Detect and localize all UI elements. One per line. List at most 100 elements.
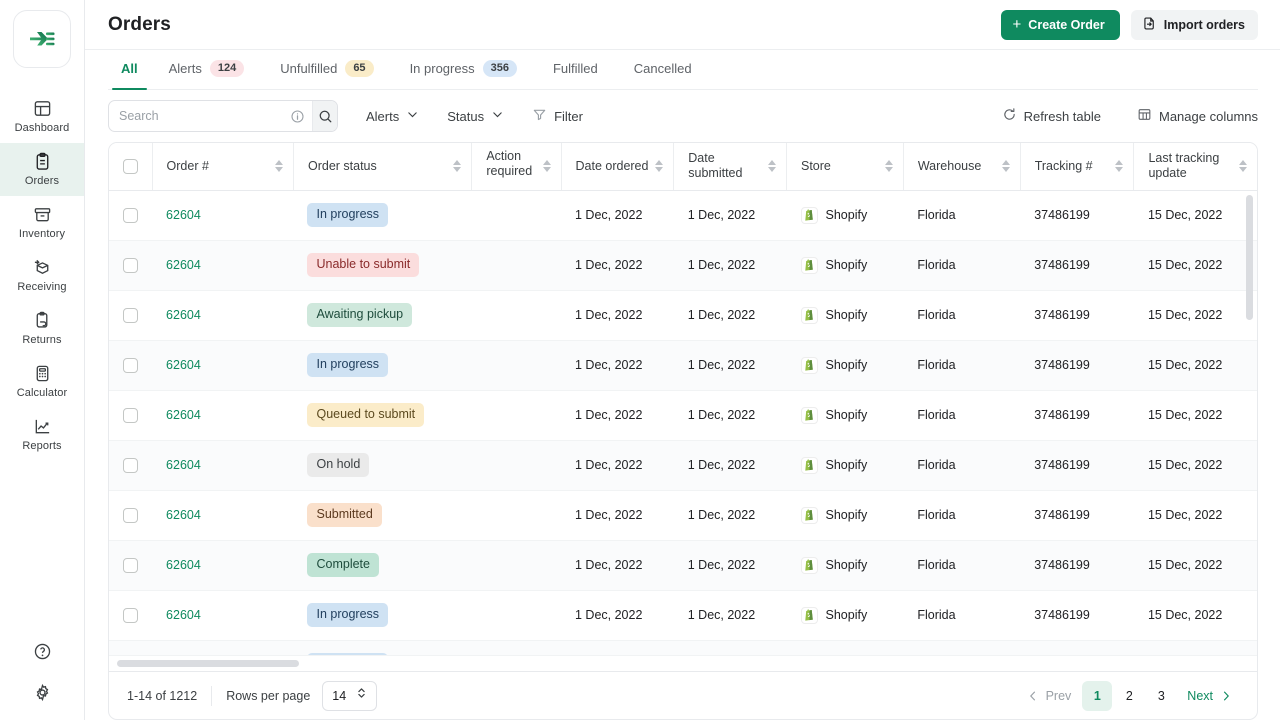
row-checkbox[interactable]	[123, 457, 138, 473]
app-logo[interactable]	[13, 10, 71, 68]
table-row[interactable]: 62604 Queued to submit 1 Dec, 2022 1 Dec, 2…	[109, 390, 1257, 441]
cell-date-submitted: 1 Dec, 2022	[673, 190, 787, 241]
tab-alerts[interactable]: Alerts 124	[151, 50, 263, 89]
row-checkbox[interactable]	[123, 507, 138, 523]
table-row[interactable]: 62604 Awaiting pickup 1 Dec, 2022 1 Dec, 20…	[109, 290, 1257, 341]
tab-in-progress[interactable]: In progress 356	[392, 50, 535, 89]
search-button[interactable]	[312, 101, 337, 131]
sidebar-item-dashboard[interactable]: Dashboard	[0, 90, 84, 143]
sidebar-item-returns[interactable]: Returns	[0, 302, 84, 355]
th-select-all	[109, 143, 153, 191]
tab-unfulfilled[interactable]: Unfulfilled 65	[262, 50, 391, 89]
pagination-page-1[interactable]: 1	[1082, 680, 1113, 711]
alerts-dropdown[interactable]: Alerts	[366, 108, 419, 124]
row-checkbox[interactable]	[123, 557, 138, 573]
table-row[interactable]: 62604 Unable to submit 1 Dec, 2022 1 Dec, 2…	[109, 240, 1257, 291]
orders-table-card: Order # Order status Action required Dat…	[108, 142, 1258, 672]
tab-fulfilled[interactable]: Fulfilled	[535, 50, 616, 89]
order-number-link[interactable]: 62604	[166, 608, 201, 622]
row-checkbox[interactable]	[123, 307, 138, 323]
table-row[interactable]: 62604 Submitted 1 Dec, 2022 1 Dec, 2022 Shop…	[109, 490, 1257, 541]
search-input[interactable]	[109, 101, 290, 131]
tab-cancelled[interactable]: Cancelled	[616, 50, 710, 89]
refresh-table-button[interactable]: Refresh table	[1002, 107, 1101, 125]
table-horizontal-scrollbar[interactable]	[109, 655, 1257, 671]
pagination-prev[interactable]: Prev	[1018, 681, 1081, 711]
sort-toggle-icon[interactable]	[453, 160, 462, 173]
select-all-checkbox[interactable]	[123, 158, 138, 174]
cell-date-ordered: 1 Dec, 2022	[561, 540, 674, 591]
sort-toggle-icon[interactable]	[768, 160, 776, 173]
th-order-status[interactable]: Order status	[293, 143, 473, 191]
cell-order-status: On hold	[293, 440, 472, 491]
status-dropdown[interactable]: Status	[447, 108, 504, 124]
sidebar-item-calculator[interactable]: Calculator	[0, 355, 84, 408]
th-date-ordered[interactable]: Date ordered	[561, 143, 675, 191]
sort-toggle-icon[interactable]	[1239, 160, 1247, 173]
order-number-link[interactable]: 62604	[166, 208, 201, 222]
row-checkbox[interactable]	[123, 207, 138, 223]
table-row[interactable]: 62604In progress1 Dec, 20221 Dec, 2022Sh…	[109, 340, 1257, 391]
rows-per-page-label: Rows per page	[226, 688, 311, 703]
cell-order-number: 62604	[152, 590, 294, 641]
table-row[interactable]: 62604 Complete 1 Dec, 2022 1 Dec, 2022 Shopi…	[109, 540, 1257, 591]
gear-icon[interactable]	[33, 683, 52, 702]
cell-last-tracking-update: 15 Dec, 2022	[1133, 540, 1257, 591]
pagination-next[interactable]: Next	[1178, 681, 1241, 711]
th-last-tracking-update[interactable]: Last tracking update	[1133, 143, 1257, 191]
th-order-number[interactable]: Order #	[152, 143, 294, 191]
cell-date-submitted: 1 Dec, 2022	[673, 640, 787, 655]
row-checkbox[interactable]	[123, 607, 138, 623]
order-number-link[interactable]: 62604	[166, 458, 201, 472]
sidebar-item-inventory[interactable]: Inventory	[0, 196, 84, 249]
order-number-link[interactable]: 62604	[166, 408, 201, 422]
filter-button[interactable]: Filter	[532, 107, 583, 125]
toolbar-right: Refresh table Manage columns	[966, 107, 1258, 125]
sidebar-item-receiving[interactable]: Receiving	[0, 249, 84, 302]
sort-toggle-icon[interactable]	[655, 160, 664, 173]
table-row[interactable]: 62604In progress1 Dec, 20221 Dec, 2022Sh…	[109, 640, 1257, 655]
sort-toggle-icon[interactable]	[1115, 160, 1124, 173]
create-order-button[interactable]: + Create Order	[1000, 9, 1120, 40]
th-action-required[interactable]: Action required	[471, 143, 562, 191]
help-circle-icon[interactable]	[33, 642, 52, 661]
cell-order-status: Queued to submit	[293, 390, 472, 441]
cell-action-required	[471, 240, 561, 291]
table-row[interactable]: 62604In progress1 Dec, 20221 Dec, 2022Sh…	[109, 190, 1257, 241]
sort-toggle-icon[interactable]	[274, 160, 283, 173]
cell-select	[109, 640, 153, 655]
sort-toggle-icon[interactable]	[884, 160, 893, 173]
th-warehouse[interactable]: Warehouse	[903, 143, 1021, 191]
rows-per-page-select[interactable]: 14	[322, 680, 378, 711]
pagination-page-2[interactable]: 2	[1114, 681, 1144, 711]
th-store[interactable]: Store	[786, 143, 904, 191]
table-horizontal-scroll-thumb[interactable]	[117, 660, 299, 667]
sidebar-nav: Dashboard Orders Inventory Receiving Ret…	[0, 90, 84, 461]
info-icon[interactable]	[290, 109, 305, 124]
row-checkbox[interactable]	[123, 357, 138, 373]
order-number-link[interactable]: 62604	[166, 258, 201, 272]
th-tracking-number[interactable]: Tracking #	[1020, 143, 1135, 191]
table-vertical-scrollbar[interactable]	[1246, 195, 1253, 320]
row-checkbox[interactable]	[123, 407, 138, 423]
shopify-glyph	[804, 409, 813, 421]
table-row[interactable]: 62604In progress1 Dec, 20221 Dec, 2022Sh…	[109, 590, 1257, 641]
order-number-link[interactable]: 62604	[166, 308, 201, 322]
cell-last-tracking-update: 15 Dec, 2022	[1133, 440, 1257, 491]
cell-store: Shopify	[786, 290, 904, 341]
th-date-submitted[interactable]: Date submitted	[673, 143, 787, 191]
table-body: 62604 In progress 1 Dec, 2022 1 Dec, 2022 Sh…	[109, 190, 1257, 655]
sort-toggle-icon[interactable]	[542, 160, 551, 173]
tab-all[interactable]: All	[108, 50, 151, 90]
sidebar-item-orders[interactable]: Orders	[0, 143, 84, 196]
sidebar-item-reports[interactable]: Reports	[0, 408, 84, 461]
order-number-link[interactable]: 62604	[166, 358, 201, 372]
table-row[interactable]: 62604 On hold 1 Dec, 2022 1 Dec, 2022 Shopif…	[109, 440, 1257, 491]
manage-columns-button[interactable]: Manage columns	[1137, 107, 1258, 125]
row-checkbox[interactable]	[123, 257, 138, 273]
sort-toggle-icon[interactable]	[1001, 160, 1010, 173]
import-orders-button[interactable]: Import orders	[1130, 9, 1258, 40]
pagination-page-3[interactable]: 3	[1146, 681, 1176, 711]
order-number-link[interactable]: 62604	[166, 508, 201, 522]
order-number-link[interactable]: 62604	[166, 558, 201, 572]
